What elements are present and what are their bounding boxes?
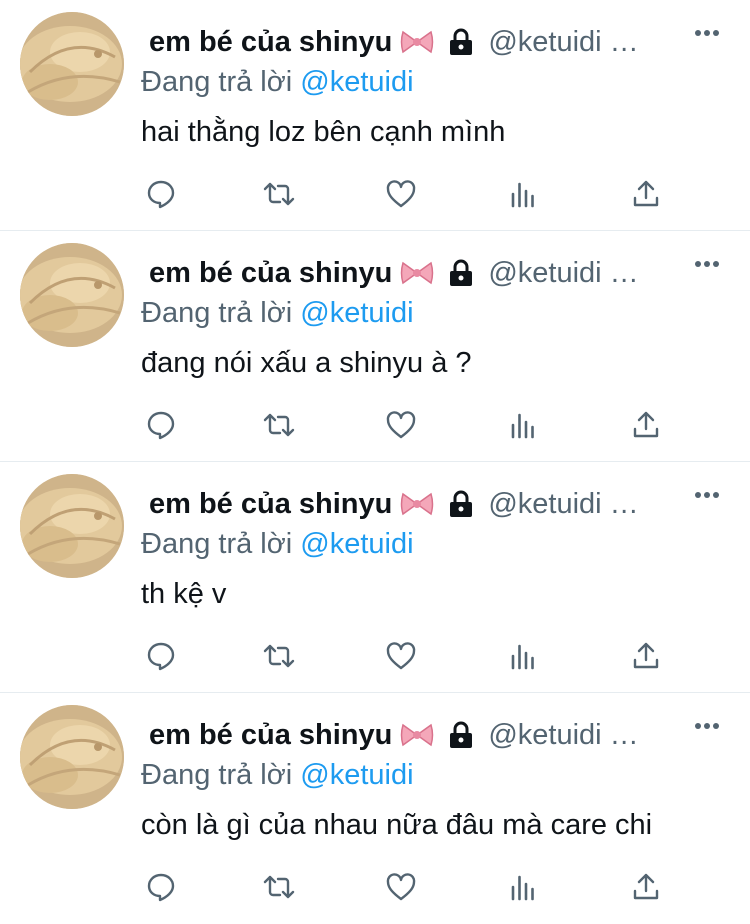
share-icon — [633, 642, 659, 669]
analytics-button[interactable] — [503, 867, 543, 907]
avatar[interactable] — [20, 12, 124, 116]
analytics-button[interactable] — [503, 405, 543, 445]
tweet-header: em bé của shinyu @ketuidi … — [149, 22, 730, 62]
tweet-actions — [141, 174, 681, 214]
display-name[interactable]: em bé của shinyu — [149, 719, 392, 752]
tweet-text: còn là gì của nhau nữa đâu mà care chi — [141, 809, 653, 841]
retweet-icon — [263, 644, 295, 668]
tweet-text: th kệ v — [141, 578, 227, 610]
tweet[interactable]: em bé của shinyu @ketuidi … Đang trả lời… — [0, 693, 750, 924]
share-icon — [633, 180, 659, 207]
retweet-icon — [263, 413, 295, 437]
analytics-icon — [511, 875, 534, 901]
tweet-header: em bé của shinyu @ketuidi … — [149, 253, 730, 293]
reply-prefix: Đang trả lời — [141, 297, 301, 329]
handle[interactable]: @ketuidi … — [488, 719, 638, 752]
tweet-actions — [141, 867, 681, 907]
handle[interactable]: @ketuidi … — [488, 257, 638, 290]
more-options-icon[interactable] — [694, 721, 720, 731]
heart-icon — [386, 411, 416, 439]
tweet-actions — [141, 405, 681, 445]
more-options-icon[interactable] — [694, 259, 720, 269]
like-button[interactable] — [381, 405, 421, 445]
more-options-icon[interactable] — [694, 28, 720, 38]
heart-icon — [386, 180, 416, 208]
retweet-icon — [263, 182, 295, 206]
analytics-button[interactable] — [503, 174, 543, 214]
reply-icon — [147, 873, 175, 902]
retweet-button[interactable] — [259, 174, 299, 214]
handle[interactable]: @ketuidi … — [488, 488, 638, 521]
avatar-image — [20, 243, 124, 347]
tweet-text: đang nói xấu a shinyu à ? — [141, 347, 472, 379]
reply-button[interactable] — [141, 636, 181, 676]
reply-icon — [147, 642, 175, 671]
more-options-icon[interactable] — [694, 490, 720, 500]
reply-mention[interactable]: @ketuidi — [300, 759, 413, 791]
avatar[interactable] — [20, 474, 124, 578]
protected-lock-icon — [450, 28, 473, 55]
display-name[interactable]: em bé của shinyu — [149, 26, 392, 59]
protected-lock-icon — [450, 259, 473, 286]
handle[interactable]: @ketuidi … — [488, 26, 638, 59]
heart-icon — [386, 642, 416, 670]
like-button[interactable] — [381, 636, 421, 676]
analytics-icon — [511, 413, 534, 439]
reply-prefix: Đang trả lời — [141, 528, 301, 560]
reply-context: Đang trả lời @ketuidi — [141, 66, 414, 99]
reply-icon — [147, 411, 175, 440]
share-icon — [633, 873, 659, 900]
display-name[interactable]: em bé của shinyu — [149, 488, 392, 521]
reply-mention[interactable]: @ketuidi — [300, 297, 413, 329]
share-button[interactable] — [626, 636, 666, 676]
reply-context: Đang trả lời @ketuidi — [141, 297, 414, 330]
display-name[interactable]: em bé của shinyu — [149, 257, 392, 290]
tweet[interactable]: em bé của shinyu @ketuidi … Đang trả lời… — [0, 0, 750, 231]
like-button[interactable] — [381, 867, 421, 907]
ribbon-emoji-icon — [401, 261, 434, 285]
share-button[interactable] — [626, 867, 666, 907]
avatar-image — [20, 12, 124, 116]
retweet-button[interactable] — [259, 636, 299, 676]
tweet-list: em bé của shinyu @ketuidi … Đang trả lời… — [0, 0, 750, 924]
ribbon-emoji-icon — [401, 492, 434, 516]
retweet-button[interactable] — [259, 405, 299, 445]
ribbon-emoji-icon — [401, 723, 434, 747]
reply-mention[interactable]: @ketuidi — [300, 66, 413, 98]
retweet-button[interactable] — [259, 867, 299, 907]
tweet[interactable]: em bé của shinyu @ketuidi … Đang trả lời… — [0, 231, 750, 462]
share-button[interactable] — [626, 405, 666, 445]
protected-lock-icon — [450, 490, 473, 517]
reply-prefix: Đang trả lời — [141, 66, 301, 98]
retweet-icon — [263, 875, 295, 899]
reply-button[interactable] — [141, 174, 181, 214]
reply-mention[interactable]: @ketuidi — [300, 528, 413, 560]
ribbon-emoji-icon — [401, 30, 434, 54]
share-button[interactable] — [626, 174, 666, 214]
reply-button[interactable] — [141, 405, 181, 445]
analytics-icon — [511, 644, 534, 670]
avatar-image — [20, 474, 124, 578]
protected-lock-icon — [450, 721, 473, 748]
heart-icon — [386, 873, 416, 901]
avatar[interactable] — [20, 705, 124, 809]
reply-prefix: Đang trả lời — [141, 759, 301, 791]
avatar[interactable] — [20, 243, 124, 347]
tweet-actions — [141, 636, 681, 676]
analytics-button[interactable] — [503, 636, 543, 676]
reply-context: Đang trả lời @ketuidi — [141, 528, 414, 561]
share-icon — [633, 411, 659, 438]
analytics-icon — [511, 182, 534, 208]
tweet-text: hai thằng loz bên cạnh mình — [141, 116, 506, 148]
reply-context: Đang trả lời @ketuidi — [141, 759, 414, 792]
avatar-image — [20, 705, 124, 809]
tweet-header: em bé của shinyu @ketuidi … — [149, 715, 730, 755]
reply-button[interactable] — [141, 867, 181, 907]
reply-icon — [147, 180, 175, 209]
tweet[interactable]: em bé của shinyu @ketuidi … Đang trả lời… — [0, 462, 750, 693]
tweet-header: em bé của shinyu @ketuidi … — [149, 484, 730, 524]
like-button[interactable] — [381, 174, 421, 214]
